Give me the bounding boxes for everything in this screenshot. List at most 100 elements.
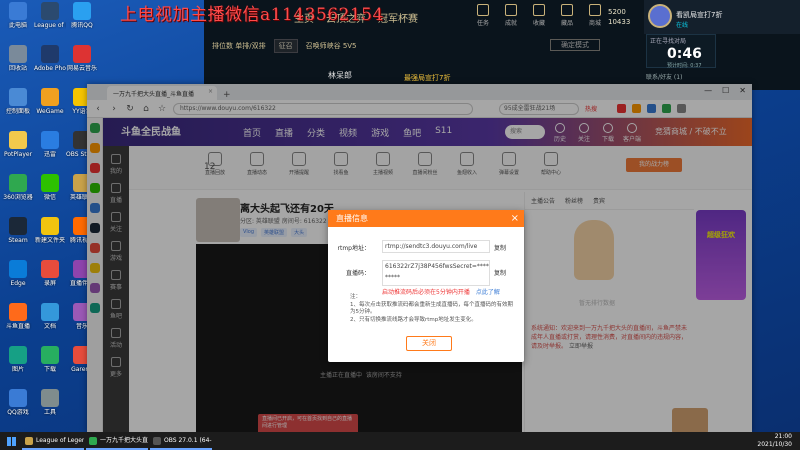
desktop-icon[interactable]: PotPlayer [2,131,34,158]
taskbar-app-button[interactable]: 一万九千把大头直播 [86,432,148,450]
desktop-icon[interactable]: Steam [2,217,34,244]
taskbar: League of Legends 一万九千把大头直播 OBS 27.0.1 (64… [0,432,800,450]
lol-player-name: 林呆郎 [328,71,352,80]
dialog-title: 直播信息 [336,214,368,223]
desktop-icon[interactable]: 此电脑 [2,2,34,29]
app-icon [41,346,59,364]
app-icon [73,2,91,20]
dialog-notes: 注： 1、每次点击获取推流码都会重新生成直播码，每个直播码的有效期为5分钟。 2… [350,294,518,324]
app-icon [41,217,59,235]
desktop-icon-label: WeGame [36,108,64,115]
desktop-icon-label: 回收站 [8,65,27,72]
desktop-icon-label: 工具 [43,409,56,416]
desktop-icon[interactable]: WeGame [34,88,66,115]
rtmp-field[interactable]: rtmp://sendtc3.douyu.com/live [382,240,490,253]
app-icon [41,389,59,407]
app-icon [9,217,27,235]
map-label: 召唤师峡谷 5V5 [305,42,357,50]
desktop-icon-label: 文档 [43,323,56,330]
timer-sub: 预计时间: 0:37 [667,63,702,69]
desktop-icon[interactable]: QQ游戏 [2,389,34,416]
desktop-icon[interactable]: 网易云音乐 [66,45,98,72]
desktop-icon[interactable]: 腾讯QQ [66,2,98,29]
avatar[interactable] [648,4,672,28]
desktop-icon-label: 下载 [43,366,56,373]
timer-value: 0:46 [667,46,702,62]
app-icon [41,45,59,63]
desktop-icon-label: 微信 [43,194,56,201]
desktop-icon[interactable]: 下载 [34,346,66,373]
desktop-icon-label: Steam [8,237,28,244]
app-icon [9,45,27,63]
taskbar-app-button[interactable]: OBS 27.0.1 (64-bit) [150,432,212,450]
dialog-close-icon[interactable]: × [511,210,519,227]
desktop-icon-label: 360浏览器 [3,194,33,201]
desktop-icon-label: 网易云音乐 [66,65,97,72]
desktop-icon[interactable]: Edge [2,260,34,287]
copy-rtmp-button[interactable]: 复制 [494,243,506,252]
taskbar-app-icon [89,437,97,445]
stream-overlay-text: 上电视加主播微信a1143562154 [120,5,384,25]
lol-store-icon[interactable]: 商城 [584,4,606,27]
desktop-icon[interactable]: 文档 [34,303,66,330]
taskbar-app-label: League of Legends [36,437,84,444]
desktop-icon[interactable]: 新建文件夹 [34,217,66,244]
desktop-icon[interactable]: 斗鱼直播 [2,303,34,330]
desktop-icon[interactable]: League of Legends [34,2,66,29]
taskbar-app-icon [25,437,33,445]
queue-timer: 正在寻找对局 0:46 预计时间: 0:37 [646,34,716,69]
desktop-icon[interactable]: 迅雷 [34,131,66,158]
profile-name: 看凯局宣打7折 [676,11,723,19]
desktop-icon[interactable]: 图片 [2,346,34,373]
system-clock[interactable]: 21:00 2021/10/30 [757,433,792,449]
rp-amount: 5200 [608,8,626,16]
stream-key-field[interactable]: 616322rZ7j38P456fwsSecret=********* [382,260,490,286]
lol-nav-cup[interactable]: 冠军杯赛 [378,10,418,25]
lol-loot-icon[interactable]: 藏品 [556,4,578,27]
webcam-overlay [672,408,708,434]
desktop-icon-label: 新建文件夹 [34,237,65,244]
friends-label: 联系/好友 (1) [646,74,683,81]
desktop-icon-label: QQ游戏 [7,409,29,416]
clock-date: 2021/10/30 [757,441,792,448]
taskbar-items: League of Legends 一万九千把大头直播 OBS 27.0.1 (64… [22,432,214,450]
mode-dropdown[interactable]: 征召 [273,39,298,53]
clock-time: 21:00 [774,433,792,440]
desktop-icon[interactable]: 360浏览器 [2,174,34,201]
lol-currency: 5200 10433 [608,7,630,27]
taskbar-app-button[interactable]: League of Legends [22,432,84,450]
desktop-icon[interactable]: 工具 [34,389,66,416]
desktop-icon[interactable]: Adobe Photoshop [34,45,66,72]
note-2: 2、只有切换推流线路才会导致rtmp地址发生变化。 [350,316,477,323]
desktop-icon[interactable]: 回收站 [2,45,34,72]
app-icon [9,303,27,321]
close-dialog-button[interactable]: 关闭 [406,336,452,351]
desktop-icon[interactable]: 录屏 [34,260,66,287]
start-button[interactable] [0,432,22,450]
desktop-icon-label: 图片 [11,366,24,373]
lol-tip-text: 最强局宣打7折 [404,74,451,82]
lol-achievements-icon[interactable]: 成就 [500,4,522,27]
desktop-icon-grid: 此电脑 League of Legends 腾讯QQ 回收站 Adobe Photosh… [0,0,98,432]
taskbar-app-icon [153,437,161,445]
app-icon [9,131,27,149]
app-icon [41,131,59,149]
confirm-mode-button[interactable]: 确定模式 [550,39,600,51]
lol-collection-icon[interactable]: 收藏 [528,4,550,27]
windows-icon [6,436,16,446]
app-icon [41,303,59,321]
stream-info-dialog: 直播信息 × rtmp地址： rtmp://sendtc3.douyu.com/… [328,210,524,362]
copy-key-button[interactable]: 复制 [494,268,506,277]
rtmp-label: rtmp地址： [337,245,370,252]
lol-missions-icon[interactable]: 任务 [472,4,494,27]
taskbar-app-label: 一万九千把大头直播 [100,437,148,444]
dialog-header: 直播信息 × [328,210,524,227]
desktop-icon[interactable]: 控制面板 [2,88,34,115]
desktop-icon-label: 录屏 [43,280,56,287]
app-icon [9,346,27,364]
app-icon [73,45,91,63]
app-icon [9,174,27,192]
app-icon [41,260,59,278]
note-1: 1、每次点击获取推流码都会重新生成直播码，每个直播码的有效期为5分钟。 [350,301,514,316]
desktop-icon[interactable]: 微信 [34,174,66,201]
